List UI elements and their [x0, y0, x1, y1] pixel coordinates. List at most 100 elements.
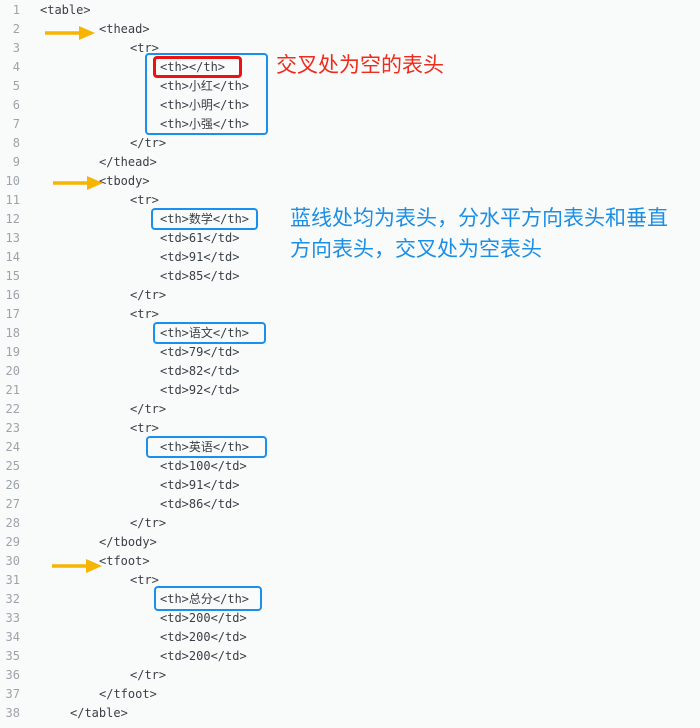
line-number: 10 [5, 174, 20, 188]
line-number: 34 [5, 630, 20, 644]
line-number: 14 [5, 250, 20, 264]
code-line: 15 <td>85</td> [0, 267, 700, 286]
code-text: <td>200</td> [160, 611, 247, 625]
line-number: 24 [5, 440, 20, 454]
math-header-highlight [151, 208, 258, 230]
line-number: 11 [5, 193, 20, 207]
line-number: 5 [12, 79, 20, 93]
code-text: <thead> [99, 22, 150, 36]
code-text: <td>92</td> [160, 383, 240, 397]
code-text: <tfoot> [99, 554, 150, 568]
empty-header-note: 交叉处为空的表头 [276, 53, 444, 77]
code-text: </tbody> [99, 535, 157, 549]
code-line: 36 </tr> [0, 666, 700, 685]
code-text: <td>100</td> [160, 459, 247, 473]
code-line: 23 <tr> [0, 419, 700, 438]
code-text: <td>86</td> [160, 497, 240, 511]
line-number: 27 [5, 497, 20, 511]
line-number: 26 [5, 478, 20, 492]
line-number: 1 [12, 3, 20, 17]
code-line: 10 <tbody> [0, 172, 700, 191]
line-number: 37 [5, 687, 20, 701]
code-line: 6 <th>小明</th> [0, 96, 700, 115]
code-line: 29 </tbody> [0, 533, 700, 552]
line-number: 6 [12, 98, 20, 112]
code-line: 28 </tr> [0, 514, 700, 533]
line-number: 13 [5, 231, 20, 245]
code-line: 27 <td>86</td> [0, 495, 700, 514]
code-text: </tr> [130, 516, 167, 530]
code-line: 7 <th>小强</th> [0, 115, 700, 134]
code-text: </tr> [130, 402, 167, 416]
line-number: 29 [5, 535, 20, 549]
line-number: 32 [5, 592, 20, 606]
line-number: 20 [5, 364, 20, 378]
line-number: 33 [5, 611, 20, 625]
line-number: 16 [5, 288, 20, 302]
code-line: 32 <th>总分</th> [0, 590, 700, 609]
code-text: <td>91</td> [160, 250, 240, 264]
line-number: 7 [12, 117, 20, 131]
code-text: </thead> [99, 155, 157, 169]
arrow-right-icon [45, 26, 95, 40]
line-number: 36 [5, 668, 20, 682]
code-line: 35 <td>200</td> [0, 647, 700, 666]
line-number: 23 [5, 421, 20, 435]
code-line: 20 <td>82</td> [0, 362, 700, 381]
total-header-highlight [154, 586, 262, 611]
line-number: 35 [5, 649, 20, 663]
code-text: </table> [70, 706, 128, 720]
code-text: </tr> [130, 136, 167, 150]
line-number: 22 [5, 402, 20, 416]
code-line: 16 </tr> [0, 286, 700, 305]
chinese-header-highlight [153, 322, 266, 344]
line-number: 17 [5, 307, 20, 321]
code-line: 18 <th>语文</th> [0, 324, 700, 343]
thead-headers-highlight [145, 53, 268, 135]
code-line: 34 <td>200</td> [0, 628, 700, 647]
code-text: <td>79</td> [160, 345, 240, 359]
code-line: 22 </tr> [0, 400, 700, 419]
code-text: <table> [40, 3, 91, 17]
line-number: 18 [5, 326, 20, 340]
line-number: 30 [5, 554, 20, 568]
code-line: 5 <th>小红</th> [0, 77, 700, 96]
code-line: 37 </tfoot> [0, 685, 700, 704]
line-number: 2 [12, 22, 20, 36]
header-explanation-note: 蓝线处均为表头，分水平方向表头和垂直方向表头，交叉处为空表头 [290, 206, 668, 261]
code-line: 8 </tr> [0, 134, 700, 153]
line-number: 12 [5, 212, 20, 226]
code-text: <tr> [130, 307, 159, 321]
english-header-highlight [146, 436, 267, 458]
line-number: 19 [5, 345, 20, 359]
line-number: 3 [12, 41, 20, 55]
line-number: 31 [5, 573, 20, 587]
code-line: 21 <td>92</td> [0, 381, 700, 400]
arrow-right-icon [53, 176, 103, 190]
code-line: 1 <table> [0, 1, 700, 20]
code-text: </tr> [130, 668, 167, 682]
code-text: </tr> [130, 288, 167, 302]
line-number: 8 [12, 136, 20, 150]
code-text: <td>82</td> [160, 364, 240, 378]
line-number: 28 [5, 516, 20, 530]
line-number: 21 [5, 383, 20, 397]
line-number: 25 [5, 459, 20, 473]
code-text: <tbody> [99, 174, 150, 188]
code-text: <td>200</td> [160, 649, 247, 663]
code-text: </tfoot> [99, 687, 157, 701]
code-line: 31 <tr> [0, 571, 700, 590]
code-line: 24 <th>英语</th> [0, 438, 700, 457]
code-line: 25 <td>100</td> [0, 457, 700, 476]
line-number: 4 [12, 60, 20, 74]
line-number: 9 [12, 155, 20, 169]
arrow-right-icon [52, 559, 102, 573]
code-text: <td>91</td> [160, 478, 240, 492]
code-line: 33 <td>200</td> [0, 609, 700, 628]
code-line: 30 <tfoot> [0, 552, 700, 571]
code-line: 9 </thead> [0, 153, 700, 172]
code-line: 38 </table> [0, 704, 700, 723]
line-number: 38 [5, 706, 20, 720]
code-text: <td>200</td> [160, 630, 247, 644]
code-text: <td>85</td> [160, 269, 240, 283]
